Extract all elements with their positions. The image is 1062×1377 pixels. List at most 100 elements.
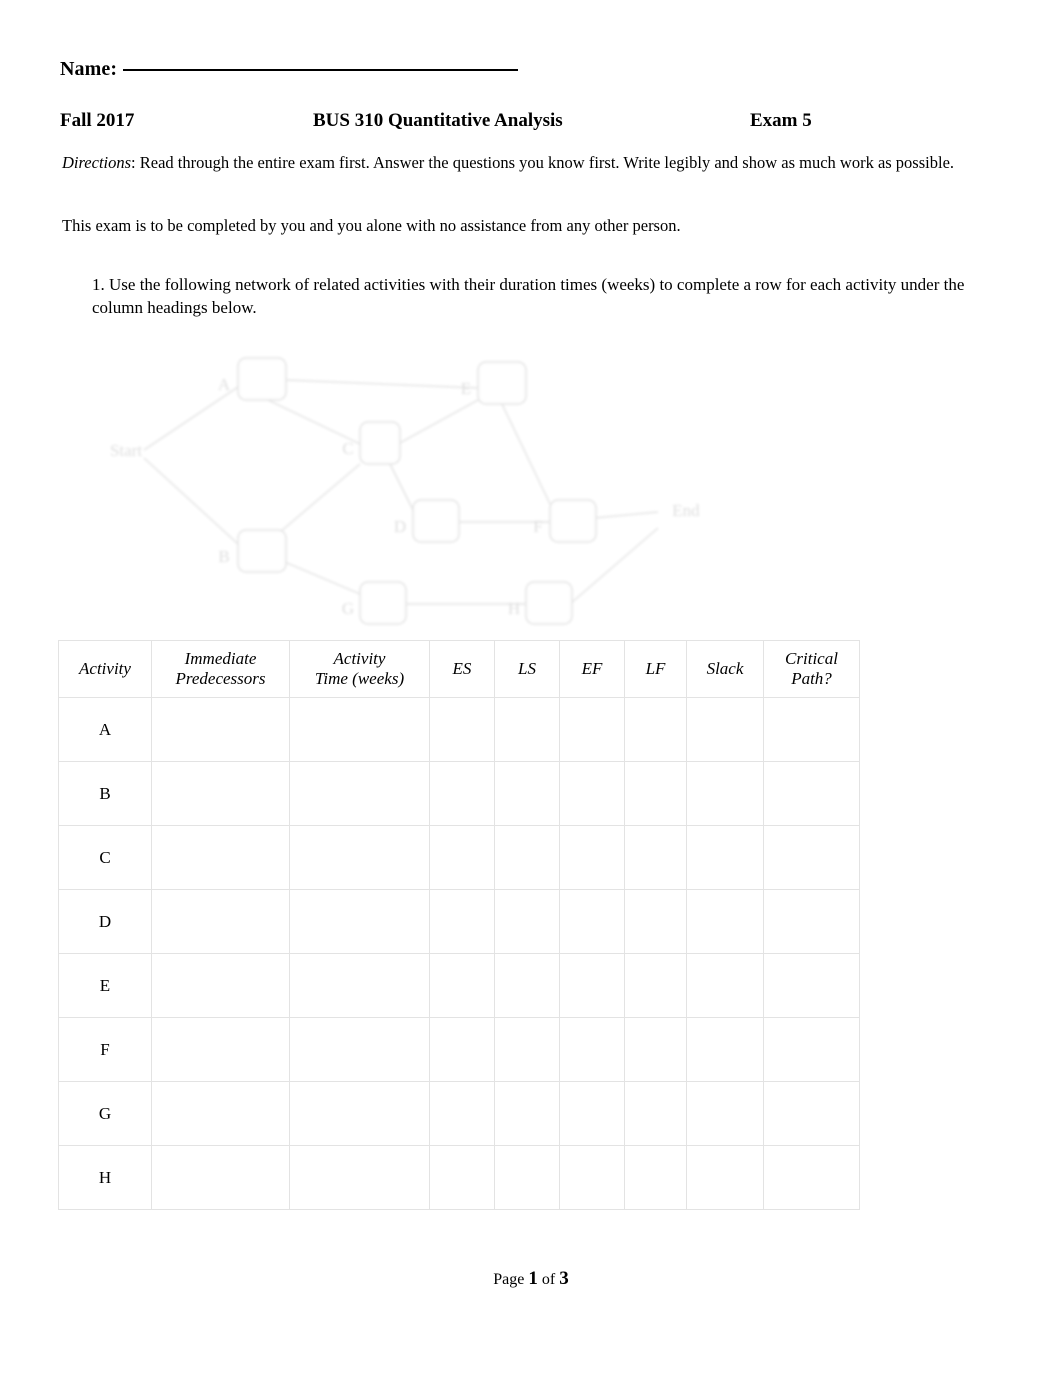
- name-blank-line[interactable]: [123, 69, 519, 71]
- table-row: E: [58, 953, 860, 1018]
- cell-activity-time[interactable]: [289, 697, 430, 762]
- exam-page: Name: Fall 2017 BUS 310 Quantitative Ana…: [0, 0, 1062, 1377]
- footer-prefix: Page: [493, 1271, 525, 1288]
- cell-lf[interactable]: [624, 1145, 687, 1210]
- name-label: Name:: [60, 58, 118, 80]
- cell-activity-time[interactable]: [289, 1145, 430, 1210]
- cell-ef[interactable]: [559, 1081, 625, 1146]
- svg-text:A: A: [218, 375, 231, 394]
- directions-text: : Read through the entire exam first. An…: [131, 153, 955, 172]
- cell-slack[interactable]: [686, 761, 764, 826]
- cell-predecessors[interactable]: [151, 1081, 290, 1146]
- cell-activity-time[interactable]: [289, 889, 430, 954]
- cell-ls[interactable]: [494, 953, 560, 1018]
- cell-es[interactable]: [429, 1145, 495, 1210]
- cell-slack[interactable]: [686, 889, 764, 954]
- cell-critical-path[interactable]: [763, 1145, 860, 1210]
- cell-slack[interactable]: [686, 697, 764, 762]
- cell-activity: H: [58, 1145, 152, 1210]
- cell-lf[interactable]: [624, 825, 687, 890]
- cell-es[interactable]: [429, 697, 495, 762]
- cell-slack[interactable]: [686, 1017, 764, 1082]
- cell-critical-path[interactable]: [763, 825, 860, 890]
- cell-ls[interactable]: [494, 1081, 560, 1146]
- cell-critical-path[interactable]: [763, 889, 860, 954]
- cell-slack[interactable]: [686, 825, 764, 890]
- cell-predecessors[interactable]: [151, 697, 290, 762]
- table-header-row: Activity Immediate Predecessors Activity…: [58, 640, 860, 698]
- cell-activity-time[interactable]: [289, 1017, 430, 1082]
- cell-ef[interactable]: [559, 1017, 625, 1082]
- cell-es[interactable]: [429, 1081, 495, 1146]
- col-header-slack: Slack: [686, 640, 764, 698]
- cell-activity-time[interactable]: [289, 825, 430, 890]
- footer-total-pages: 3: [559, 1268, 569, 1289]
- cell-es[interactable]: [429, 761, 495, 826]
- cell-activity-time[interactable]: [289, 953, 430, 1018]
- table-row: D: [58, 889, 860, 954]
- table-row: F: [58, 1017, 860, 1082]
- cell-predecessors[interactable]: [151, 1017, 290, 1082]
- cell-lf[interactable]: [624, 889, 687, 954]
- svg-text:C: C: [342, 439, 353, 458]
- cell-critical-path[interactable]: [763, 1017, 860, 1082]
- col-header-activity-time: Activity Time (weeks): [289, 640, 430, 698]
- cell-ls[interactable]: [494, 889, 560, 954]
- cell-critical-path[interactable]: [763, 761, 860, 826]
- cell-ls[interactable]: [494, 761, 560, 826]
- table-row: B: [58, 761, 860, 826]
- cell-activity: B: [58, 761, 152, 826]
- cell-ls[interactable]: [494, 697, 560, 762]
- cell-ef[interactable]: [559, 953, 625, 1018]
- cell-ls[interactable]: [494, 1017, 560, 1082]
- cell-ls[interactable]: [494, 825, 560, 890]
- col-header-es: ES: [429, 640, 495, 698]
- course-title: BUS 310 Quantitative Analysis: [313, 110, 563, 131]
- cell-slack[interactable]: [686, 953, 764, 1018]
- cell-ef[interactable]: [559, 761, 625, 826]
- cell-predecessors[interactable]: [151, 953, 290, 1018]
- cell-lf[interactable]: [624, 761, 687, 826]
- cell-predecessors[interactable]: [151, 889, 290, 954]
- honor-statement: This exam is to be completed by you and …: [62, 216, 681, 235]
- cell-activity-time[interactable]: [289, 1081, 430, 1146]
- cell-lf[interactable]: [624, 697, 687, 762]
- cell-es[interactable]: [429, 825, 495, 890]
- question-1-text: 1. Use the following network of related …: [92, 275, 965, 318]
- svg-text:H: H: [508, 599, 520, 618]
- cell-activity-time[interactable]: [289, 761, 430, 826]
- cell-critical-path[interactable]: [763, 697, 860, 762]
- cell-predecessors[interactable]: [151, 825, 290, 890]
- cell-lf[interactable]: [624, 1017, 687, 1082]
- svg-text:End: End: [672, 501, 700, 520]
- cell-activity: E: [58, 953, 152, 1018]
- cell-ef[interactable]: [559, 697, 625, 762]
- cell-slack[interactable]: [686, 1081, 764, 1146]
- activity-table: Activity Immediate Predecessors Activity…: [58, 640, 860, 1210]
- cell-activity: D: [58, 889, 152, 954]
- cell-critical-path[interactable]: [763, 953, 860, 1018]
- cell-ef[interactable]: [559, 889, 625, 954]
- table-row: A: [58, 697, 860, 762]
- name-field-row: Name:: [60, 58, 519, 81]
- col-header-critical-path: Critical Path?: [763, 640, 860, 698]
- cell-lf[interactable]: [624, 1081, 687, 1146]
- cell-critical-path[interactable]: [763, 1081, 860, 1146]
- cell-es[interactable]: [429, 889, 495, 954]
- col-header-activity: Activity: [58, 640, 152, 698]
- cell-lf[interactable]: [624, 953, 687, 1018]
- network-diagram: Start A B C D E F G H End: [98, 332, 758, 632]
- cell-ef[interactable]: [559, 1145, 625, 1210]
- table-row: G: [58, 1081, 860, 1146]
- cell-slack[interactable]: [686, 1145, 764, 1210]
- cell-ls[interactable]: [494, 1145, 560, 1210]
- svg-text:D: D: [394, 517, 406, 536]
- svg-text:B: B: [218, 547, 229, 566]
- cell-es[interactable]: [429, 1017, 495, 1082]
- cell-activity: F: [58, 1017, 152, 1082]
- cell-predecessors[interactable]: [151, 761, 290, 826]
- cell-ef[interactable]: [559, 825, 625, 890]
- footer-middle: of: [541, 1271, 556, 1288]
- cell-es[interactable]: [429, 953, 495, 1018]
- cell-predecessors[interactable]: [151, 1145, 290, 1210]
